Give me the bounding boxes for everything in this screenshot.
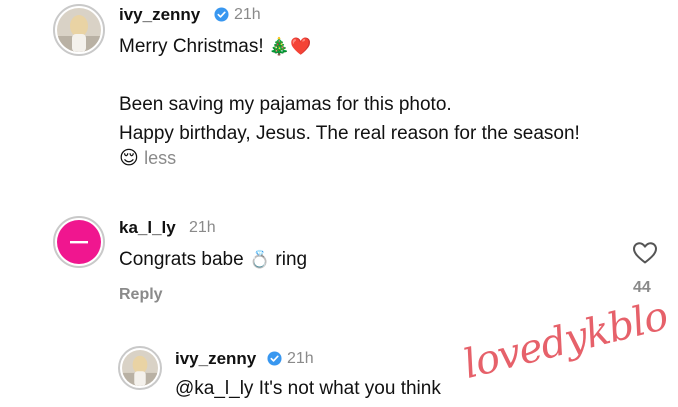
- comment-text-part: Congrats babe: [119, 249, 244, 270]
- comment-time: 21h: [287, 350, 314, 367]
- comment-text-part: ring: [275, 249, 308, 270]
- comment-line-1: Merry Christmas! 🎄❤️: [119, 35, 311, 59]
- comment-line-2: Been saving my pajamas for this photo.: [119, 94, 452, 115]
- avatar[interactable]: [57, 8, 101, 52]
- comment-username[interactable]: ka_l_ly: [119, 218, 176, 238]
- relieved-face-emoji-icon: 😌: [119, 148, 139, 169]
- tree-heart-emoji-icon: 🎄❤️: [268, 37, 312, 56]
- heart-icon[interactable]: [632, 241, 658, 265]
- verified-badge-icon: [267, 351, 282, 366]
- comment-username[interactable]: ivy_zenny: [119, 5, 200, 25]
- ring-emoji-icon: 💍: [248, 250, 271, 269]
- comment-text-part: It's not what you think: [258, 378, 441, 399]
- comment-time: 21h: [189, 219, 216, 236]
- comment-username[interactable]: ivy_zenny: [175, 349, 256, 369]
- reply-button[interactable]: Reply: [119, 286, 163, 304]
- like-count: 44: [633, 279, 651, 296]
- verified-badge-icon: [214, 7, 229, 22]
- comment-text: Merry Christmas!: [119, 36, 264, 57]
- avatar[interactable]: [57, 220, 101, 264]
- comment-text: Congrats babe 💍 ring: [119, 248, 307, 272]
- comment-time: 21h: [234, 6, 261, 23]
- avatar[interactable]: [122, 350, 158, 386]
- comment-line-4: 😌 less: [119, 146, 176, 171]
- mention-link[interactable]: @ka_l_ly: [175, 378, 253, 399]
- less-toggle-button[interactable]: less: [144, 148, 176, 168]
- comment-text: @ka_l_ly It's not what you think: [175, 377, 441, 401]
- comment-line-3: Happy birthday, Jesus. The real reason f…: [119, 123, 580, 144]
- watermark: lovedykblo: [458, 293, 672, 388]
